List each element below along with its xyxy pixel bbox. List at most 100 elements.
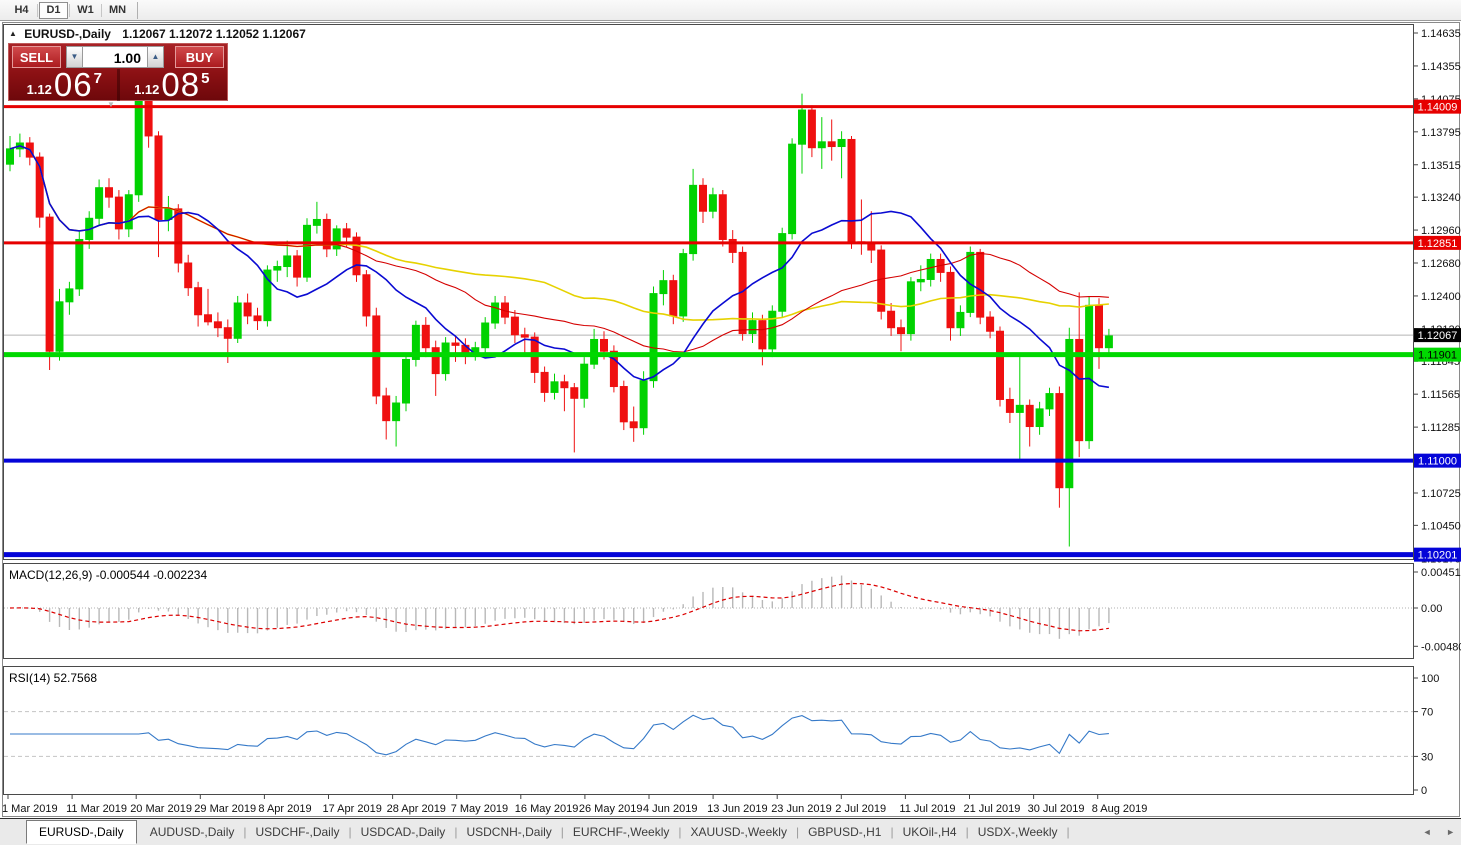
candle-body <box>510 316 519 336</box>
date-label: 8 Apr 2019 <box>258 803 311 815</box>
chevron-up-icon: ▲ <box>151 52 160 61</box>
main-plot-border <box>3 24 1414 560</box>
symbol-label: EURUSD-,Daily <box>24 27 111 41</box>
candle-body <box>45 216 54 352</box>
candle-body <box>491 302 500 324</box>
tab-usdcnh-daily[interactable]: USDCNH-,Daily <box>457 821 560 843</box>
candle-body <box>1065 338 1074 489</box>
candle-body <box>1005 398 1014 413</box>
candle-body <box>768 310 777 350</box>
tab-xauusd-weekly[interactable]: XAUUSD-,Weekly <box>681 821 795 843</box>
chart-canvas[interactable]: 1.146351.143551.140751.137951.135151.132… <box>0 0 1461 845</box>
tab-gbpusd-h1[interactable]: GBPUSD-,H1 <box>799 821 890 843</box>
chevron-down-icon: ▼ <box>70 52 79 61</box>
price-tick-label: 1.12680 <box>1421 258 1461 270</box>
candle-body <box>619 386 628 423</box>
candle-body <box>897 327 905 335</box>
buy-price-int: 1.12 <box>134 82 160 97</box>
candle-body <box>916 278 925 283</box>
volume-decrease-button[interactable]: ▼ <box>66 46 83 68</box>
chart-title: ▲ EURUSD-,Daily 1.12067 1.12072 1.12052 … <box>9 27 306 41</box>
candle-body <box>75 238 84 290</box>
candle-body <box>996 330 1004 400</box>
candle-body <box>580 363 589 399</box>
candle-body <box>788 143 797 235</box>
candle-body <box>590 338 599 365</box>
candle-body <box>421 324 430 349</box>
price-tick-label: 1.10725 <box>1421 488 1461 500</box>
tab-scroll-right-icon[interactable]: ► <box>1446 827 1455 837</box>
candle-body <box>283 255 292 268</box>
date-label: 26 May 2019 <box>579 803 643 815</box>
candle-body <box>807 109 816 149</box>
timeframe-mn-button[interactable]: MN <box>103 2 132 19</box>
date-label: 7 May 2019 <box>451 803 508 815</box>
price-tick-label: 1.12400 <box>1421 291 1461 303</box>
date-label: 30 Jul 2019 <box>1028 803 1085 815</box>
candle-body <box>402 358 410 404</box>
tab-audusd-daily[interactable]: AUDUSD-,Daily <box>141 821 244 843</box>
one-click-trading-panel: SELL ▼ 1.00 ▲ BUY 1.12 06 7 1.12 08 5 <box>8 43 228 101</box>
tab-usdx-weekly[interactable]: USDX-,Weekly <box>969 821 1067 843</box>
tab-eurchf-weekly[interactable]: EURCHF-,Weekly <box>564 821 678 843</box>
tab-scroll-left-icon[interactable]: ◄ <box>1423 827 1432 837</box>
candle-body <box>1035 408 1044 428</box>
price-tag-label: 1.11901 <box>1418 350 1457 362</box>
candle-body <box>560 381 569 389</box>
candle-body <box>679 253 688 317</box>
candle-body <box>184 262 193 289</box>
tab-usdcad-daily[interactable]: USDCAD-,Daily <box>352 821 455 843</box>
price-tag-label: 1.11000 <box>1418 456 1457 468</box>
buy-price-pips: 08 <box>161 66 201 103</box>
tab-separator: | <box>1066 825 1070 839</box>
candle-body <box>877 249 886 312</box>
candle-body <box>481 322 490 349</box>
candle-body <box>6 148 14 165</box>
macd-label: MACD(12,26,9) -0.000544 -0.002234 <box>9 568 207 582</box>
price-tick-label: 1.11565 <box>1421 389 1460 401</box>
volume-field[interactable]: 1.00 <box>83 46 147 68</box>
candle-body <box>699 184 707 212</box>
candle-body <box>817 141 826 149</box>
sell-price[interactable]: 1.12 06 7 <box>12 68 117 101</box>
panel-collapse-icon[interactable]: ▼ <box>107 100 115 109</box>
timeframe-h4-button[interactable]: H4 <box>7 2 36 19</box>
candle-body <box>451 342 460 346</box>
candle-body <box>669 280 678 317</box>
date-label: 28 Apr 2019 <box>387 803 446 815</box>
candle-body <box>342 228 351 238</box>
candle-body <box>708 194 717 212</box>
price-tick-label: 1.13240 <box>1421 192 1461 204</box>
date-label: 21 Jul 2019 <box>964 803 1021 815</box>
candle-body <box>1025 404 1034 428</box>
volume-increase-button[interactable]: ▲ <box>147 46 164 68</box>
date-label: 8 Aug 2019 <box>1092 803 1148 815</box>
sell-button[interactable]: SELL <box>12 46 61 68</box>
price-tick-label: 1.12960 <box>1421 225 1461 237</box>
candle-body <box>362 274 371 317</box>
candle-body <box>887 310 896 329</box>
candle-body <box>1104 335 1113 349</box>
candle-body <box>1015 404 1024 413</box>
date-label: 20 Mar 2019 <box>130 803 192 815</box>
candle-body <box>233 302 242 339</box>
toolbar-separator <box>137 1 138 19</box>
buy-price[interactable]: 1.12 08 5 <box>120 66 225 103</box>
one-click-expand-icon[interactable]: ▲ <box>9 29 17 38</box>
buy-button[interactable]: BUY <box>175 46 224 68</box>
price-tag-label: 1.12851 <box>1418 238 1458 250</box>
candle-body <box>223 327 232 339</box>
candle-body <box>956 311 965 329</box>
tab-usdchf-daily[interactable]: USDCHF-,Daily <box>247 821 349 843</box>
date-label: 11 Mar 2019 <box>66 803 127 815</box>
tab-ukoil-h4[interactable]: UKOil-,H4 <box>894 821 966 843</box>
tab-eurusd-daily[interactable]: EURUSD-,Daily <box>26 820 137 844</box>
candle-body <box>65 288 74 303</box>
date-label: 17 Apr 2019 <box>323 803 382 815</box>
date-label: 16 May 2019 <box>515 803 579 815</box>
candle-body <box>906 281 915 335</box>
timeframe-d1-button[interactable]: D1 <box>39 1 68 19</box>
candle-body <box>1085 304 1094 442</box>
timeframe-w1-button[interactable]: W1 <box>71 2 100 19</box>
volume-stepper: ▼ 1.00 ▲ <box>66 46 164 68</box>
